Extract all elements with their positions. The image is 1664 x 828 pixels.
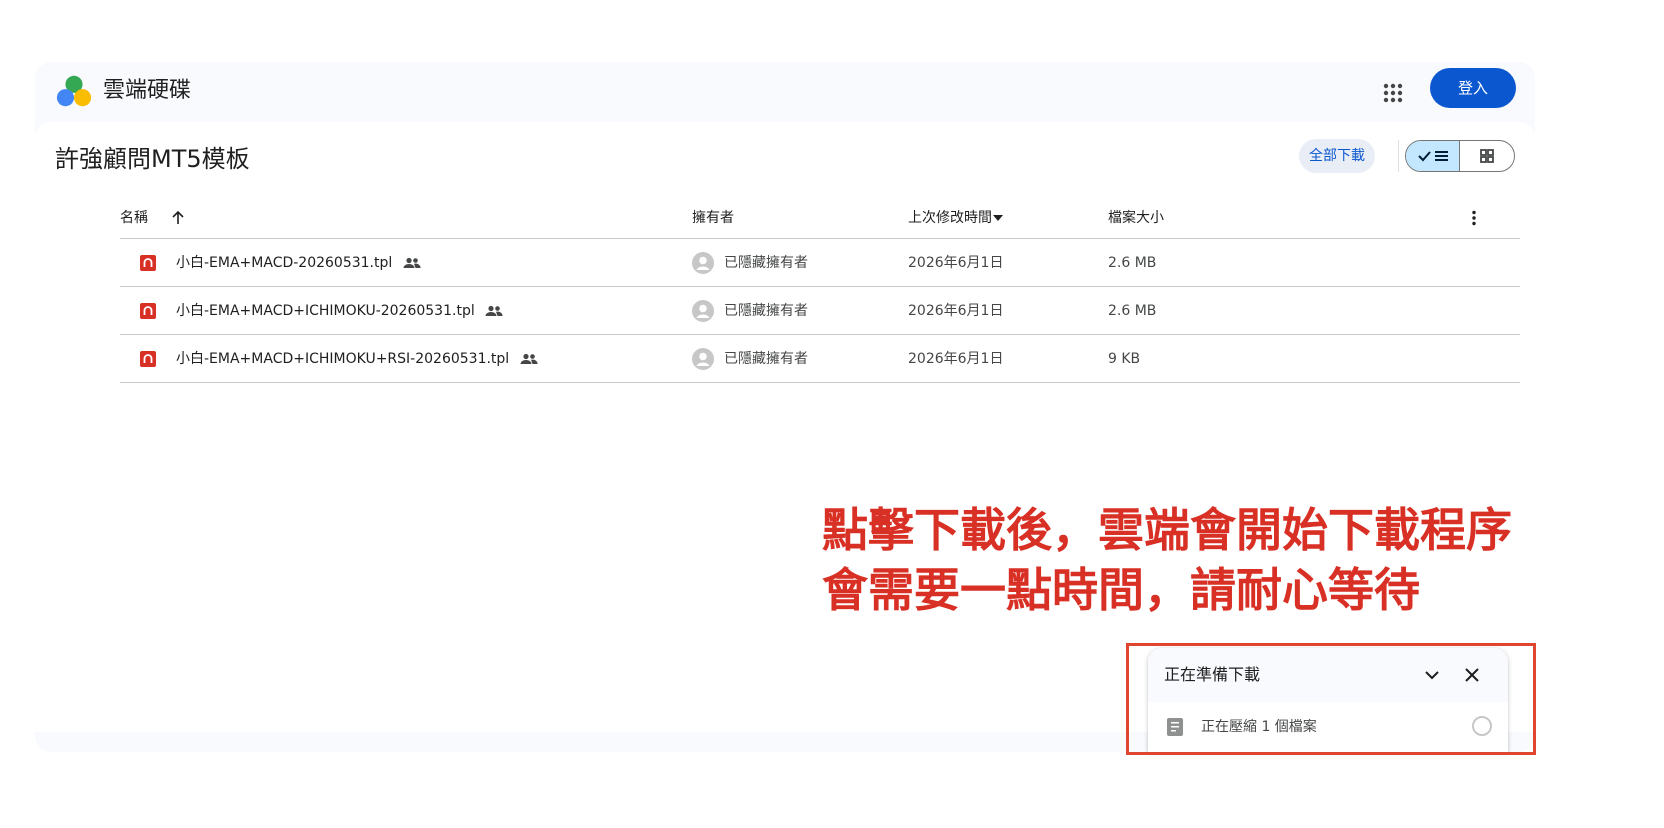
sort-down-icon[interactable] [992,213,1004,223]
sign-in-button[interactable]: 登入 [1430,68,1516,108]
view-toggle [1405,140,1515,172]
drive-logo-icon[interactable] [55,72,93,110]
owner-cell: 已隱藏擁有者 [692,287,892,335]
owner-cell: 已隱藏擁有者 [692,239,892,287]
owner-cell: 已隱藏擁有者 [692,335,892,383]
file-type-icon [140,351,156,367]
file-name-cell: 小白-EMA+MACD-20260531.tpl [176,239,421,287]
file-name: 小白-EMA+MACD+ICHIMOKU-20260531.tpl [176,303,475,319]
app-title[interactable]: 雲端硬碟 [103,76,191,106]
table-row[interactable]: 小白-EMA+MACD+ICHIMOKU-20260531.tpl 已隱藏擁有者… [120,287,1520,335]
header-owner: 擁有者 [692,210,734,226]
avatar-icon [692,348,714,370]
shared-icon [485,305,503,316]
header-modified[interactable]: 上次修改時間 [908,197,992,239]
file-name-cell: 小白-EMA+MACD+ICHIMOKU+RSI-20260531.tpl [176,335,538,383]
file-type-icon [140,255,156,271]
list-view-button[interactable] [1406,141,1461,171]
table-row[interactable]: 小白-EMA+MACD+ICHIMOKU+RSI-20260531.tpl 已隱… [120,335,1520,383]
folder-title: 許強顧問MT5模板 [55,145,250,173]
file-name-cell: 小白-EMA+MACD+ICHIMOKU-20260531.tpl [176,287,503,335]
arrow-up-icon[interactable] [170,210,186,226]
header-size: 檔案大小 [1108,210,1164,226]
table-row[interactable]: 小白-EMA+MACD-20260531.tpl 已隱藏擁有者 2026年6月1… [120,239,1520,287]
annotation-line-1: 點擊下載後，雲端會開始下載程序 [822,503,1512,557]
annotation-text: 點擊下載後，雲端會開始下載程序 會需要一點時間，請耐心等待 [822,500,1512,620]
download-all-button[interactable]: 全部下載 [1299,139,1375,173]
modified-cell: 2026年6月1日 [908,351,1004,367]
apps-grid-icon[interactable] [1375,75,1411,111]
main-content: 許強顧問MT5模板 全部下載 名稱 擁有者 上次修改時間 檔案大小 小白-EMA… [35,122,1535,732]
owner-name: 已隱藏擁有者 [724,351,808,367]
header-name[interactable]: 名稱 [120,197,148,239]
modified-cell: 2026年6月1日 [908,303,1004,319]
table-header: 名稱 擁有者 上次修改時間 檔案大小 [120,197,1520,239]
grid-icon [1480,149,1494,163]
size-cell: 9 KB [1108,351,1141,367]
file-type-icon [140,303,156,319]
owner-name: 已隱藏擁有者 [724,303,808,319]
modified-cell: 2026年6月1日 [908,255,1004,271]
file-name: 小白-EMA+MACD+ICHIMOKU+RSI-20260531.tpl [176,351,510,367]
shared-icon [520,353,538,364]
file-name: 小白-EMA+MACD-20260531.tpl [176,255,393,271]
annotation-highlight-box [1126,643,1536,755]
size-cell: 2.6 MB [1108,255,1157,271]
file-table: 名稱 擁有者 上次修改時間 檔案大小 小白-EMA+MACD-20260531.… [120,197,1520,383]
avatar-icon [692,252,714,274]
annotation-line-2: 會需要一點時間，請耐心等待 [822,563,1420,617]
size-cell: 2.6 MB [1108,303,1157,319]
grid-view-button[interactable] [1460,141,1514,171]
top-bar: 雲端硬碟 登入 [35,62,1535,122]
avatar-icon [692,300,714,322]
owner-name: 已隱藏擁有者 [724,255,808,271]
page: 雲端硬碟 登入 許強顧問MT5模板 全部下載 名稱 擁有者 上次修改時間 檔案大… [0,0,1664,828]
shared-icon [403,257,421,268]
check-list-icon [1417,151,1448,162]
toolbar-divider [1398,140,1399,172]
more-vert-icon[interactable] [1465,209,1483,227]
